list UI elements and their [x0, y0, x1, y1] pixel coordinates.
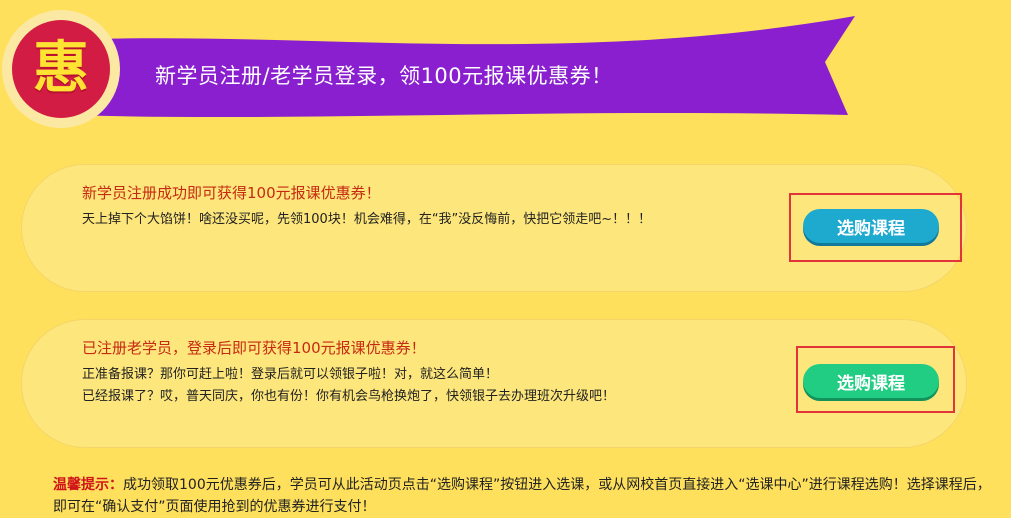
- badge-character: 惠: [33, 36, 89, 101]
- select-course-button[interactable]: 选购课程: [803, 364, 939, 398]
- badge-circle: 惠: [12, 20, 110, 118]
- card-description-line: 已经报课了？哎，普天同庆，你也有份！你有机会鸟枪换炮了，快领银子去办理班次升级吧…: [82, 389, 616, 404]
- tip-text: 成功领取100元优惠券后，学员可从此活动页点击“选购课程”按钮进入选课，或从网校…: [53, 477, 991, 515]
- card-title: 新学员注册成功即可获得100元报课优惠券！: [82, 184, 381, 202]
- tip-label: 温馨提示：: [53, 477, 123, 493]
- banner-title: 新学员注册/老学员登录，领100元报课优惠券！: [155, 64, 613, 88]
- card-title: 已注册老学员，登录后即可获得100元报课优惠券！: [82, 339, 426, 357]
- card-description-line: 正准备报课？那你可赶上啦！登录后就可以领银子啦！对，就这么简单！: [82, 367, 499, 382]
- warm-tip: 温馨提示：成功领取100元优惠券后，学员可从此活动页点击“选购课程”按钮进入选课…: [53, 474, 1003, 518]
- select-course-button[interactable]: 选购课程: [803, 209, 939, 243]
- discount-badge: 惠: [2, 10, 120, 128]
- card-description: 天上掉下个大馅饼！啥还没买呢，先领100块！机会难得，在“我”没反悔前，快把它领…: [82, 212, 652, 227]
